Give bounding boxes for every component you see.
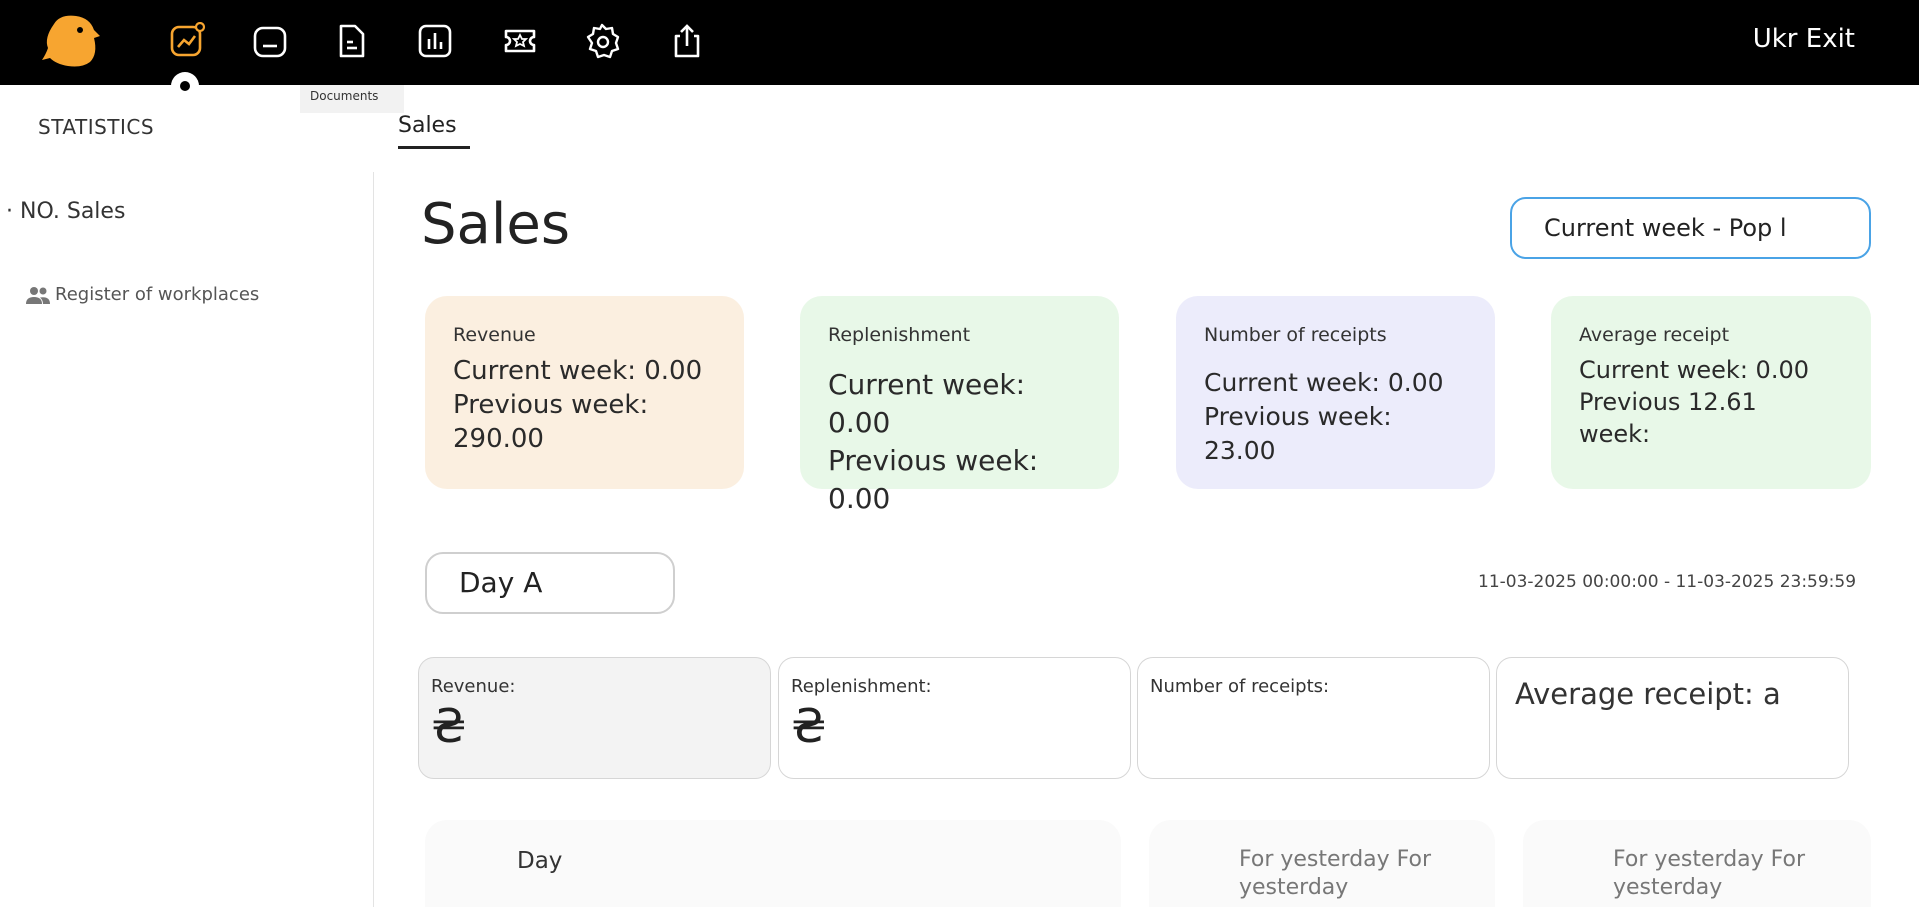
replenishment-card: Replenishment Current week: 0.00 Previou… — [800, 296, 1119, 515]
page-title: Sales — [421, 192, 571, 257]
gear-icon[interactable] — [581, 20, 623, 62]
yesterday-panel: For yesterday For yesterday — [1149, 820, 1495, 907]
metric-revenue: Revenue: ₴ — [418, 657, 771, 779]
card-line: week: — [1579, 420, 1651, 448]
document-icon[interactable] — [331, 20, 373, 62]
sidebar-item-register-workplaces[interactable]: Register of workplaces — [25, 284, 259, 305]
card-line: Current week: 0.00 — [1204, 368, 1444, 397]
metric-label: Revenue: — [431, 676, 516, 697]
day-panel: Day — [425, 820, 1121, 907]
hryvnia-icon: ₴ — [791, 699, 827, 753]
metric-label: Number of receipts: — [1150, 676, 1330, 697]
yesterday-panel: For yesterday For yesterday — [1523, 820, 1871, 907]
card-line: Previous week: 0.00 — [828, 444, 1039, 515]
receipts-card: Number of receipts Current week: 0.00 Pr… — [1176, 296, 1495, 489]
metric-receipts: Number of receipts: — [1137, 657, 1490, 779]
card-line: Previous week: 23.00 — [1204, 402, 1392, 465]
card-line: Current week: 0.00 — [453, 356, 703, 386]
language-switch[interactable]: Ukr — [1753, 24, 1798, 54]
day-select[interactable]: Day A — [425, 552, 675, 614]
metric-average-receipt: Average receipt: a — [1496, 657, 1849, 779]
tab-sales[interactable]: Sales — [398, 113, 470, 149]
ticket-icon[interactable] — [499, 20, 541, 62]
card-title: Average receipt — [1579, 324, 1730, 346]
statistics-icon[interactable] — [166, 20, 208, 62]
upload-icon[interactable] — [666, 20, 708, 62]
card-title: Replenishment — [828, 324, 971, 346]
card-title: Revenue — [453, 324, 536, 346]
panel-label: For yesterday For yesterday — [1613, 847, 1806, 900]
card-line: Current week: 0.00 — [1579, 356, 1809, 384]
card-line: Previous 12.61 — [1579, 388, 1757, 416]
exit-button[interactable]: Exit — [1806, 24, 1855, 54]
sidebar-item-label: Register of workplaces — [55, 284, 260, 305]
card-title: Number of receipts — [1204, 324, 1387, 346]
date-range: 11-03-2025 00:00:00 - 11-03-2025 23:59:5… — [1478, 572, 1857, 592]
panel-label: For yesterday For yesterday — [1239, 847, 1432, 900]
revenue-card: Revenue Current week: 0.00 Previous week… — [425, 296, 744, 489]
card-line: 290.00 — [453, 424, 544, 454]
metric-label: Average receipt: a — [1515, 677, 1781, 711]
period-select[interactable]: Current week - Pop l — [1510, 197, 1871, 259]
card-line: Previous week: — [453, 390, 649, 420]
active-nav-indicator — [171, 72, 199, 100]
top-bar: Ukr Exit — [0, 0, 1919, 85]
metric-replenishment: Replenishment: ₴ — [778, 657, 1131, 779]
hryvnia-icon: ₴ — [431, 699, 467, 753]
top-right-controls: Ukr Exit — [1753, 24, 1855, 54]
metric-label: Replenishment: — [791, 676, 932, 697]
sidebar-item-sales[interactable]: · NO. Sales — [6, 199, 125, 224]
users-icon — [26, 286, 50, 304]
sidebar-divider — [373, 172, 374, 907]
bar-chart-icon[interactable] — [414, 20, 456, 62]
section-title: STATISTICS — [38, 115, 155, 139]
card-line: Current week: 0.00 — [828, 368, 1026, 439]
bird-logo-icon[interactable] — [40, 14, 102, 68]
panel-label: Day — [517, 848, 563, 874]
average-receipt-card: Average receipt Current week: 0.00 Previ… — [1551, 296, 1871, 489]
folder-icon[interactable] — [249, 20, 291, 62]
nav-tooltip: Documents — [300, 85, 404, 113]
